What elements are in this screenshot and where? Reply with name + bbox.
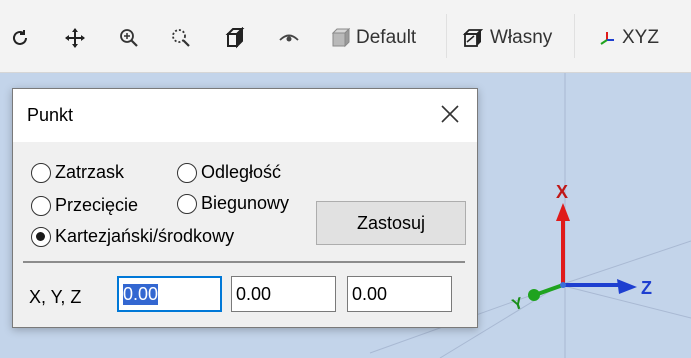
custom-view-button[interactable]: Własny	[462, 20, 552, 56]
rotate-icon	[13, 30, 27, 45]
radio-distance[interactable]: Odległość	[177, 162, 281, 183]
zoom-button[interactable]	[118, 20, 140, 56]
zoom-window-button[interactable]	[170, 20, 192, 56]
eye-icon	[279, 34, 299, 42]
z-coord-field[interactable]	[347, 276, 452, 312]
radio-cartesian[interactable]: Kartezjański/środkowy	[31, 226, 234, 247]
dialog-divider	[23, 261, 465, 263]
close-icon	[441, 105, 459, 123]
radio-intersection[interactable]: Przecięcie	[31, 195, 138, 216]
radio-polar-circle	[177, 193, 197, 214]
toolbar-separator	[574, 14, 575, 58]
coords-label: X, Y, Z	[29, 287, 82, 307]
radio-cartesian-label: Kartezjański/środkowy	[55, 226, 235, 246]
z-axis-label: Z	[641, 278, 652, 298]
xyz-view-label: XYZ	[622, 27, 659, 48]
xyz-axes-icon	[600, 32, 614, 45]
point-dialog: Punkt Zatrzask Odległość Przecięcie Bieg…	[12, 88, 478, 328]
radio-distance-circle	[177, 162, 197, 183]
default-view-icon	[331, 28, 350, 48]
z-axis-arrow	[617, 279, 637, 294]
xyz-view-button[interactable]: XYZ	[598, 20, 659, 56]
pan-button[interactable]	[64, 20, 86, 56]
cube-view-icon	[225, 27, 245, 49]
pan-icon	[65, 28, 85, 48]
default-view-button[interactable]: Default	[330, 20, 416, 56]
x-coord-field[interactable]	[117, 276, 222, 312]
axis-origin	[560, 282, 566, 288]
rotate-button[interactable]	[10, 20, 30, 56]
radio-snap[interactable]: Zatrzask	[31, 162, 124, 183]
zoom-icon	[120, 29, 138, 47]
radio-polar[interactable]: Biegunowy	[177, 193, 289, 214]
y-axis-tip	[528, 289, 540, 301]
radio-snap-circle	[31, 162, 51, 183]
custom-view-icon	[462, 29, 484, 47]
radio-intersection-circle	[31, 195, 51, 216]
toolbar-separator	[446, 14, 447, 58]
radio-intersection-label: Przecięcie	[55, 195, 139, 215]
eye-button[interactable]	[278, 20, 300, 56]
dialog-titlebar[interactable]: Punkt	[13, 89, 477, 142]
zoom-window-icon	[172, 29, 190, 47]
y-coord-field[interactable]	[231, 276, 336, 312]
toolbar: Default Własny XYZ	[0, 0, 691, 73]
radio-cartesian-circle	[31, 226, 51, 247]
dialog-title: Punkt	[27, 105, 74, 125]
custom-view-label: Własny	[490, 27, 553, 48]
x-axis-arrow	[556, 203, 570, 221]
radio-snap-label: Zatrzask	[55, 162, 125, 182]
radio-distance-label: Odległość	[201, 162, 282, 182]
apply-button[interactable]: Zastosuj	[316, 201, 466, 245]
x-axis-label: X	[556, 182, 568, 202]
cube-view-button[interactable]	[224, 20, 246, 56]
default-view-label: Default	[356, 27, 417, 48]
radio-polar-label: Biegunowy	[201, 193, 290, 213]
close-button[interactable]	[437, 101, 463, 127]
